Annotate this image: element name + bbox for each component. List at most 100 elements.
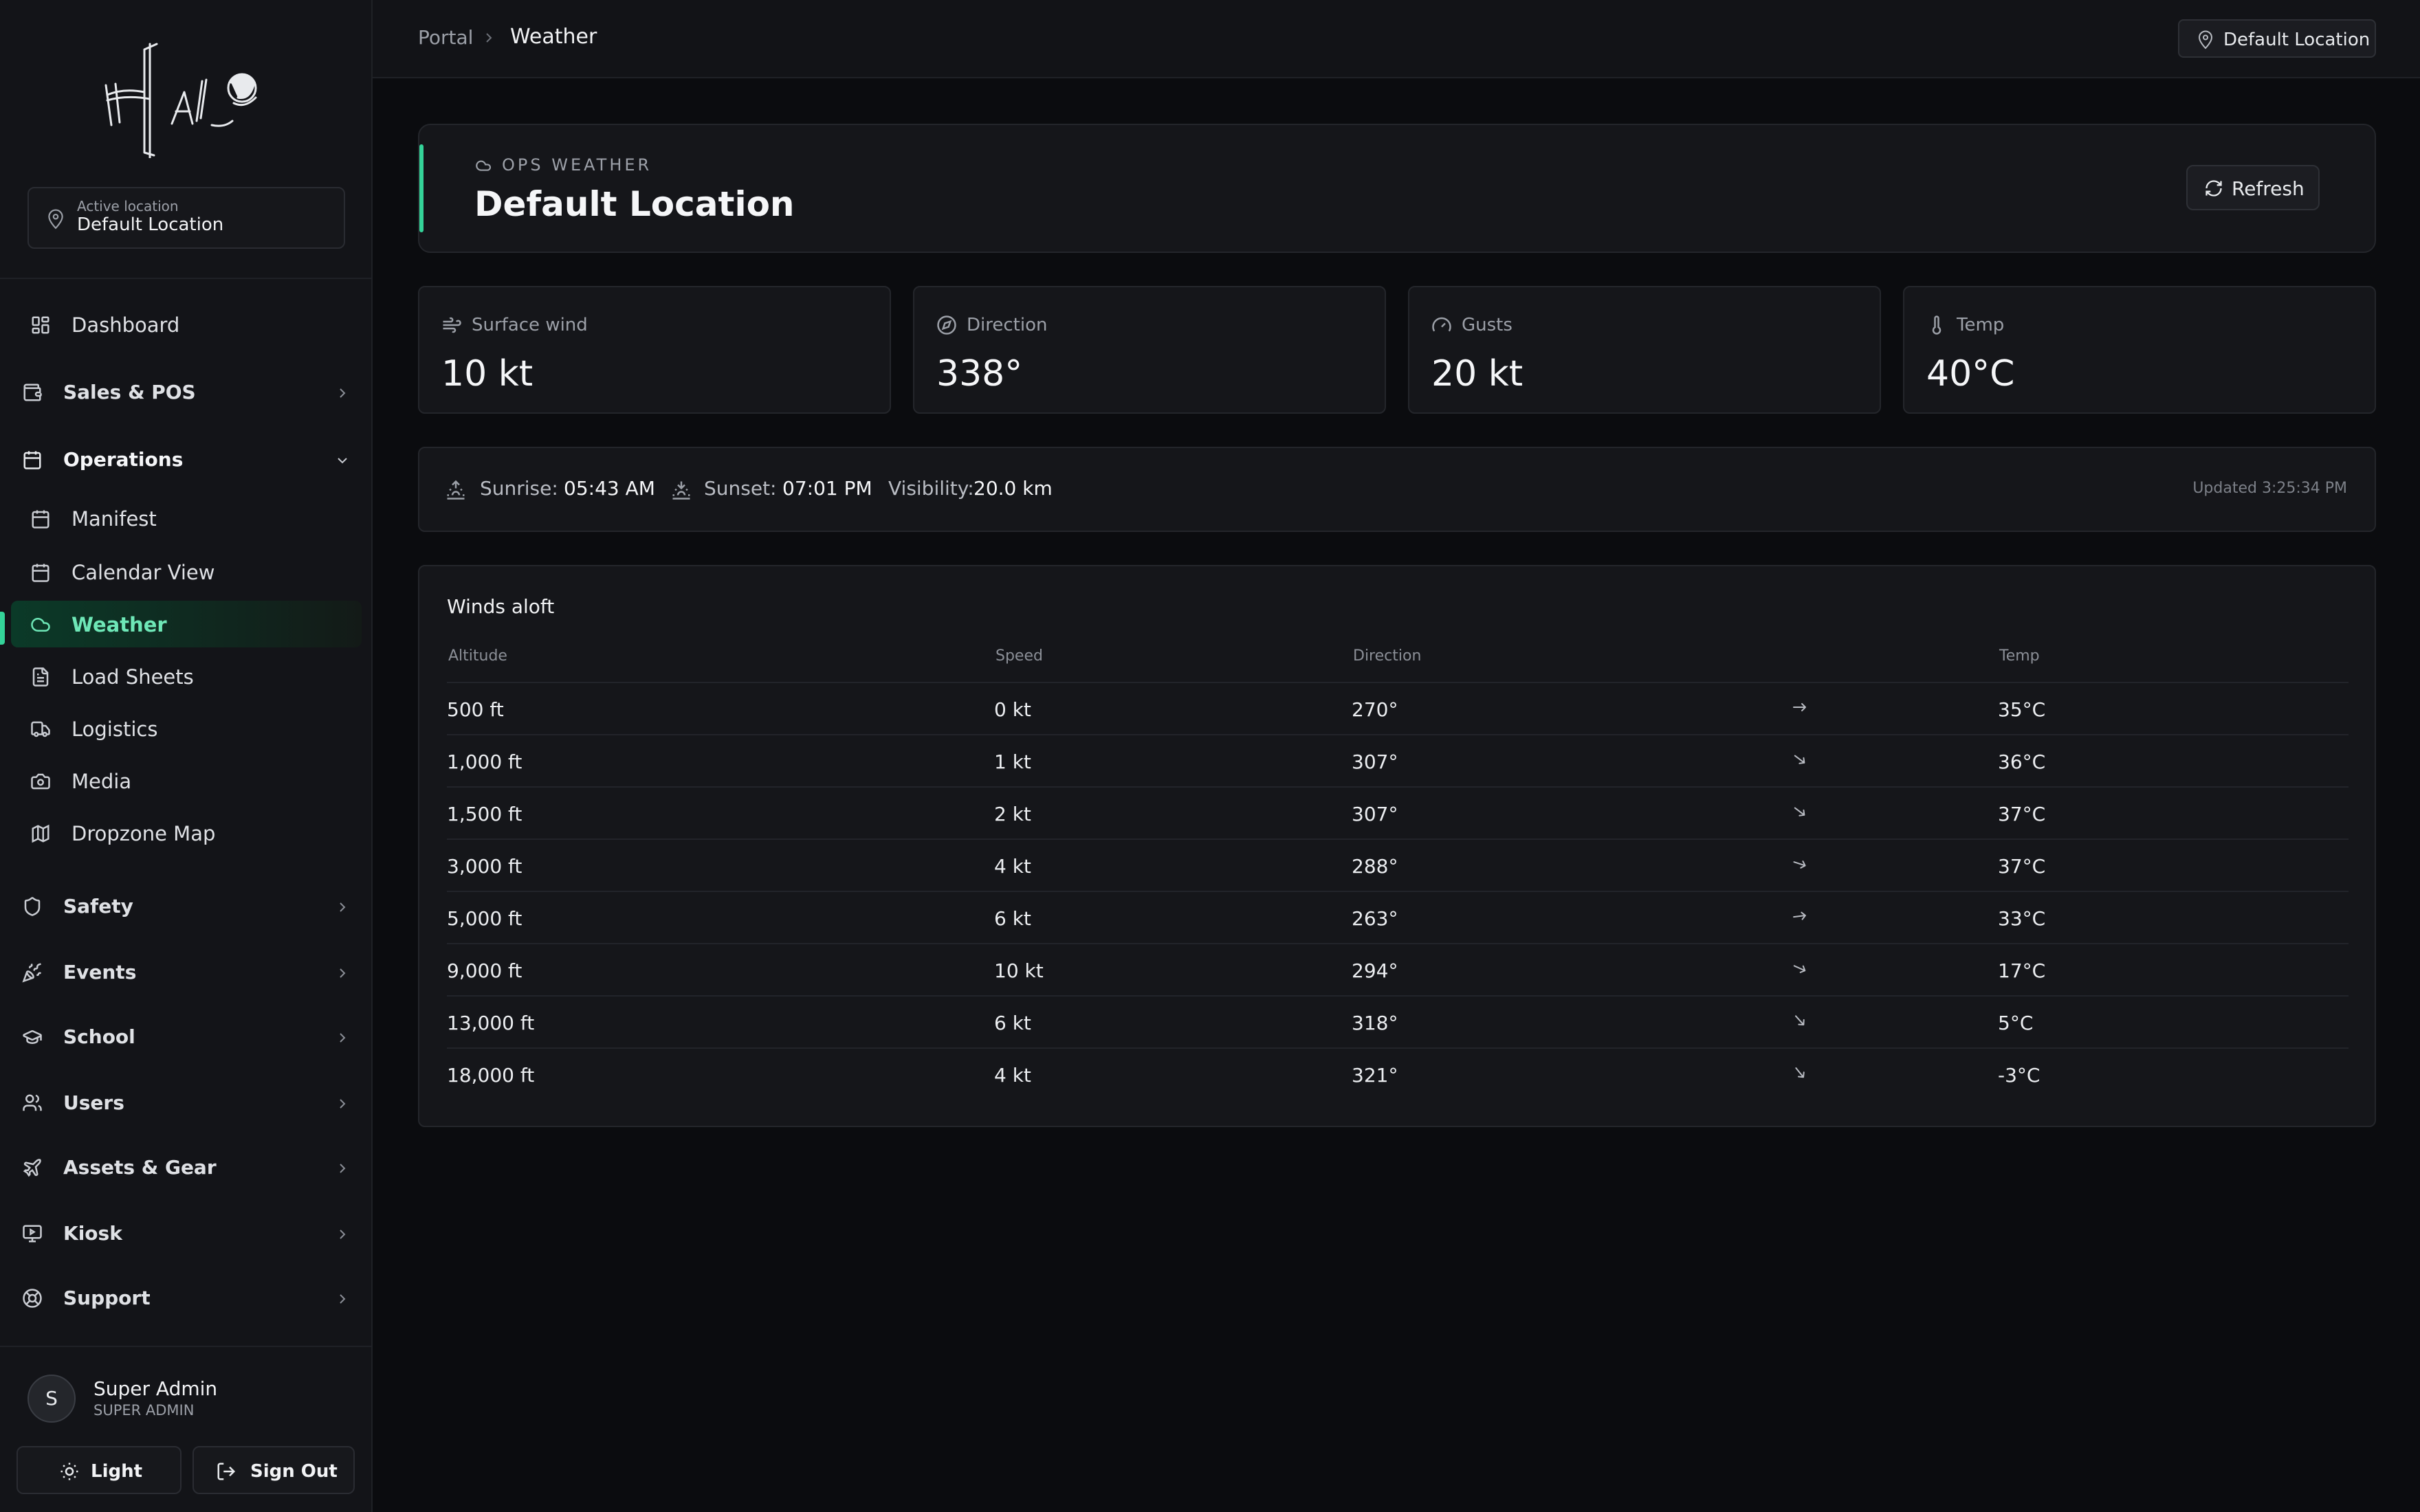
sign-out-label: Sign Out [250, 1461, 338, 1482]
column-header-direction: Direction [1353, 647, 1422, 665]
refresh-icon [2204, 179, 2223, 198]
sidebar-item-label: Load Sheets [72, 665, 194, 689]
map-pin-icon [2197, 30, 2214, 49]
log-out-icon [216, 1461, 236, 1482]
divider [0, 1346, 371, 1347]
monitor-play-icon [22, 1223, 43, 1244]
user-role: SUPER ADMIN [94, 1402, 195, 1419]
chevron-right-icon [336, 1031, 349, 1045]
wind-arrow-icon [1791, 907, 1809, 925]
sidebar-item-calendar-view[interactable]: Calendar View [0, 548, 371, 595]
sidebar-item-logistics[interactable]: Logistics [0, 705, 371, 752]
cell-temp: 17°C [1998, 959, 2046, 982]
cloud-icon [474, 158, 492, 172]
cell-direction: 321° [1352, 1064, 1398, 1087]
cell-speed: 1 kt [994, 751, 1031, 773]
wind-icon [441, 315, 462, 335]
table-row: 13,000 ft 6 kt 318° 5°C [447, 995, 2348, 1047]
winds-aloft-card: Winds aloft Altitude Speed Direction Tem… [418, 565, 2376, 1127]
stat-value: 10 kt [441, 353, 534, 394]
column-header-temp: Temp [1999, 647, 2040, 665]
chevron-right-icon [483, 30, 495, 45]
sidebar-item-label: Safety [63, 895, 133, 918]
table-row: 1,000 ft 1 kt 307° 36°C [447, 734, 2348, 786]
sidebar-item-assets-gear[interactable]: Assets & Gear [0, 1144, 371, 1190]
cell-direction: 307° [1352, 751, 1398, 773]
sun-visibility-strip: Sunrise: 05:43 AM Sunset: 07:01 PM Visib… [418, 447, 2376, 532]
stat-value: 338° [936, 353, 1023, 394]
cell-speed: 4 kt [994, 855, 1031, 878]
sidebar-item-kiosk[interactable]: Kiosk [0, 1210, 371, 1256]
winds-aloft-title: Winds aloft [447, 595, 555, 618]
sidebar-item-label: Events [63, 961, 137, 983]
table-row: 500 ft 0 kt 270° 35°C [447, 682, 2348, 734]
cell-speed: 4 kt [994, 1064, 1031, 1087]
cell-speed: 10 kt [994, 959, 1044, 982]
cell-altitude: 1,000 ft [447, 751, 522, 773]
cell-altitude: 18,000 ft [447, 1064, 535, 1087]
sunrise-label: Sunrise: [480, 477, 558, 500]
map-pin-icon [47, 209, 65, 230]
sidebar-item-label: Assets & Gear [63, 1156, 217, 1179]
sidebar-item-support[interactable]: Support [0, 1274, 371, 1321]
sidebar-item-load-sheets[interactable]: Load Sheets [0, 653, 371, 700]
column-header-speed: Speed [996, 647, 1043, 665]
sign-out-button[interactable]: Sign Out [192, 1446, 355, 1494]
chevron-right-icon [336, 1097, 349, 1111]
sidebar-item-weather[interactable]: Weather [11, 601, 362, 647]
location-selector-button[interactable]: Default Location [2178, 19, 2376, 58]
user-name: Super Admin [94, 1377, 218, 1400]
sunset-icon [671, 480, 692, 500]
sidebar-item-operations[interactable]: Operations [0, 436, 371, 482]
sidebar-item-users[interactable]: Users [0, 1079, 371, 1126]
compass-icon [936, 315, 957, 335]
breadcrumb-portal[interactable]: Portal [418, 26, 473, 49]
party-popper-icon [22, 962, 43, 983]
sidebar-item-events[interactable]: Events [0, 948, 371, 995]
user-profile[interactable]: S Super Admin SUPER ADMIN [28, 1375, 351, 1423]
active-location-value: Default Location [77, 214, 224, 235]
stat-label: Direction [967, 315, 1048, 335]
cell-temp: 37°C [1998, 803, 2046, 825]
divider [0, 278, 371, 279]
theme-toggle-button[interactable]: Light [16, 1446, 182, 1494]
refresh-button[interactable]: Refresh [2186, 165, 2320, 210]
cell-temp: 35°C [1998, 698, 2046, 721]
cell-altitude: 500 ft [447, 698, 504, 721]
cell-speed: 6 kt [994, 907, 1031, 930]
cell-direction: 307° [1352, 803, 1398, 825]
cell-direction: 318° [1352, 1012, 1398, 1034]
sidebar-item-dropzone-map[interactable]: Dropzone Map [0, 810, 371, 856]
sidebar-item-media[interactable]: Media [0, 757, 371, 804]
table-row: 1,500 ft 2 kt 307° 37°C [447, 786, 2348, 838]
hailo-logo [103, 40, 268, 158]
stat-value: 40°C [1926, 353, 2015, 394]
calendar-icon [30, 562, 51, 583]
sidebar-item-label: Dashboard [72, 313, 180, 337]
sidebar-item-school[interactable]: School [0, 1013, 371, 1060]
wind-arrow-icon [1791, 855, 1809, 873]
stat-label: Gusts [1462, 315, 1512, 335]
sidebar-item-dashboard[interactable]: Dashboard [0, 301, 371, 348]
sidebar-item-label: School [63, 1025, 135, 1048]
sidebar-item-sales-pos[interactable]: Sales & POS [0, 368, 371, 415]
dashboard-icon [30, 315, 51, 335]
camera-icon [30, 771, 51, 792]
stat-gusts: Gusts 20 kt [1408, 286, 1881, 414]
sidebar-item-label: Sales & POS [63, 381, 196, 403]
chevron-right-icon [336, 1161, 349, 1175]
active-location-selector[interactable]: Active location Default Location [28, 187, 345, 249]
refresh-label: Refresh [2232, 177, 2304, 200]
shield-icon [22, 896, 43, 917]
sun-icon [59, 1461, 80, 1482]
sidebar-item-safety[interactable]: Safety [0, 882, 371, 929]
theme-toggle-label: Light [91, 1461, 143, 1482]
sidebar-item-label: Dropzone Map [72, 822, 216, 845]
sidebar-item-label: Calendar View [72, 561, 215, 584]
graduation-cap-icon [22, 1027, 43, 1047]
calendar-icon [22, 449, 43, 470]
cell-temp: 33°C [1998, 907, 2046, 930]
updated-timestamp: Updated 3:25:34 PM [2192, 480, 2347, 497]
table-row: 3,000 ft 4 kt 288° 37°C [447, 838, 2348, 891]
sidebar-item-manifest[interactable]: Manifest [0, 495, 371, 542]
